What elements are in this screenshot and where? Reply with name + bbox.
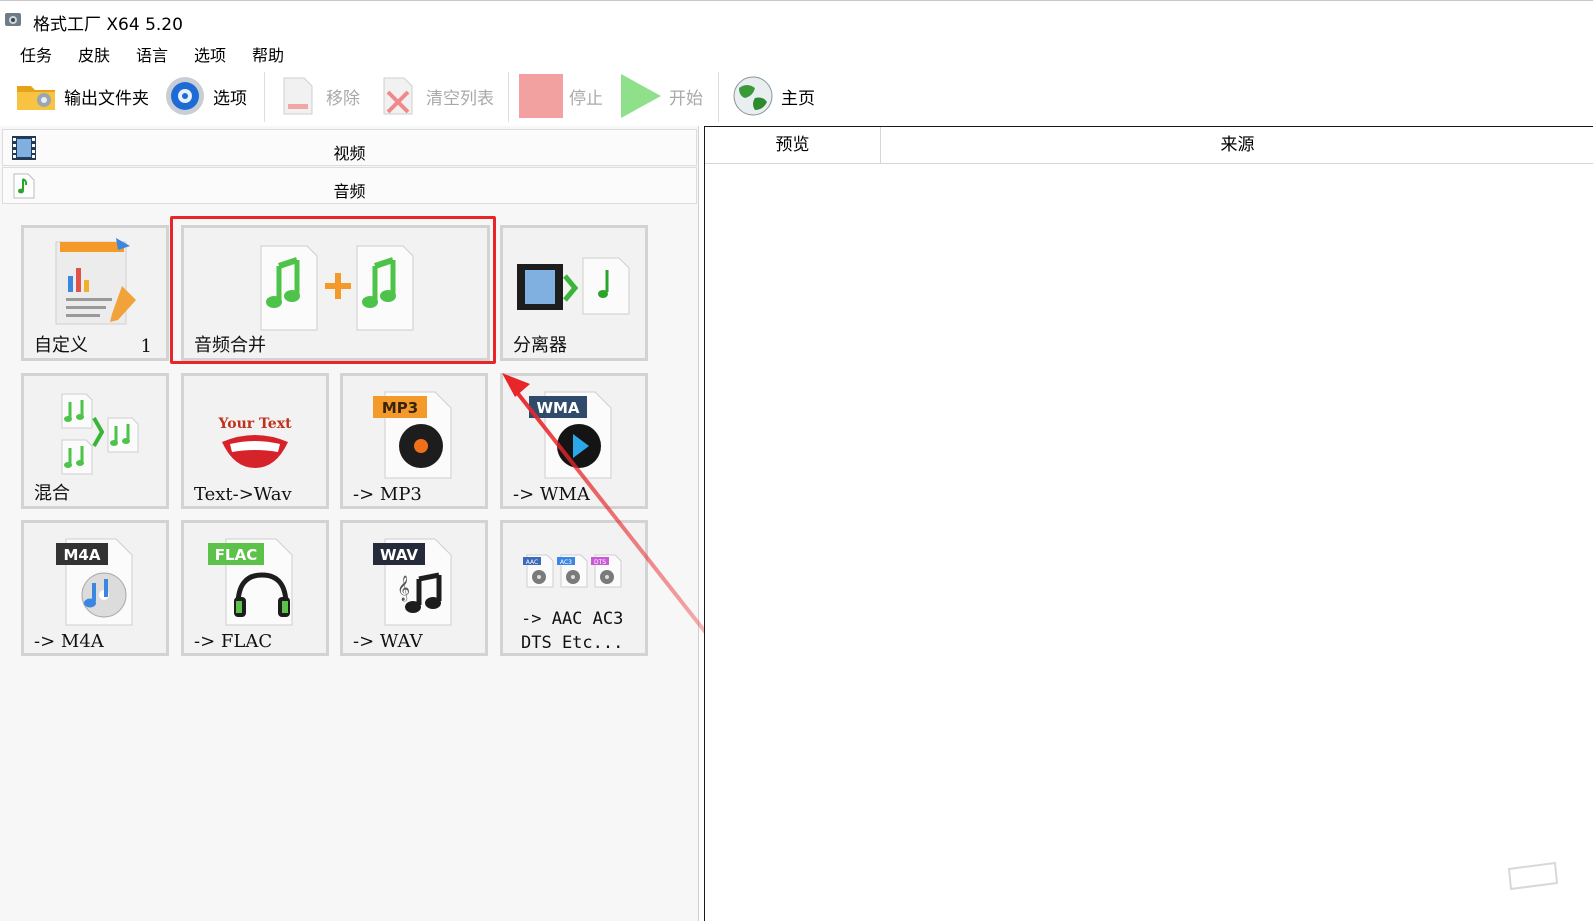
title-bar: 格式工厂 X64 5.20 xyxy=(0,0,1593,38)
tile-aac-ac3-dts-label: -> AAC AC3 DTS Etc... xyxy=(521,607,623,655)
column-header-preview[interactable]: 预览 xyxy=(705,127,881,164)
dts-mini-badge: DTS xyxy=(594,559,606,566)
tile-wav[interactable]: WAV 𝄞 -> WAV xyxy=(340,520,488,656)
tile-flac[interactable]: FLAC -> FLAC xyxy=(181,520,329,656)
mouth-speech-icon: Your Text xyxy=(217,416,292,468)
play-icon xyxy=(621,74,661,118)
options-label: 选项 xyxy=(213,88,247,109)
tile-m4a[interactable]: M4A -> M4A xyxy=(21,520,169,656)
tile-text-to-wav-label: Text->Wav xyxy=(194,484,292,505)
clear-list-label: 清空列表 xyxy=(426,88,494,109)
remove-label: 移除 xyxy=(326,88,360,109)
menu-help[interactable]: 帮助 xyxy=(252,42,284,66)
toolbar-divider xyxy=(718,72,719,122)
clear-list-button[interactable]: 清空列表 xyxy=(376,68,494,124)
column-header-source[interactable]: 来源 xyxy=(881,127,1593,164)
category-audio[interactable]: 音频 xyxy=(2,167,697,204)
mp3-badge: MP3 xyxy=(382,399,418,417)
globe-icon xyxy=(733,76,773,116)
tile-custom-label: 自定义 xyxy=(34,335,88,356)
options-button[interactable]: 选项 xyxy=(163,68,247,124)
menu-skin[interactable]: 皮肤 xyxy=(78,42,110,66)
tile-aac-line1: -> AAC AC3 xyxy=(521,609,624,629)
start-label: 开始 xyxy=(669,88,703,109)
tile-aac-line2: DTS Etc... xyxy=(521,633,624,653)
wma-file-icon: WMA xyxy=(529,391,612,479)
category-video-label: 视频 xyxy=(333,144,366,163)
treble-clef-glyph: 𝄞 xyxy=(397,575,410,601)
output-folder-button[interactable]: 输出文件夹 xyxy=(14,68,149,124)
category-video[interactable]: 视频 xyxy=(2,129,697,166)
clear-list-icon xyxy=(383,77,413,115)
column-source-label: 来源 xyxy=(1220,135,1255,155)
menu-bar: 任务 皮肤 语言 选项 帮助 xyxy=(0,38,1593,68)
category-audio-label: 音频 xyxy=(333,182,366,201)
window-title: 格式工厂 X64 5.20 xyxy=(33,15,183,35)
custom-report-icon xyxy=(55,238,136,325)
tile-splitter[interactable]: 分离器 xyxy=(500,225,648,361)
remove-button[interactable]: 移除 xyxy=(276,68,360,124)
stop-label: 停止 xyxy=(569,88,603,109)
stop-icon xyxy=(519,74,563,118)
tile-mp3[interactable]: MP3 -> MP3 xyxy=(340,373,488,509)
toolbar-divider xyxy=(264,72,265,122)
toolbar-divider xyxy=(508,72,509,122)
tile-mix-label: 混合 xyxy=(34,483,70,504)
tile-aac-ac3-dts[interactable]: AAC AC3 DTS -> AAC AC3 DTS Etc... xyxy=(500,520,648,656)
mix-icon xyxy=(61,393,139,475)
tile-custom-count: 1 xyxy=(140,336,152,357)
menu-task[interactable]: 任务 xyxy=(20,42,52,66)
app-logo-icon xyxy=(5,13,21,26)
multi-format-icon: AAC AC3 DTS xyxy=(523,554,622,588)
home-button[interactable]: 主页 xyxy=(731,68,815,124)
tile-wma[interactable]: WMA -> WMA xyxy=(500,373,648,509)
tile-mix[interactable]: 混合 xyxy=(21,373,169,509)
m4a-file-icon: M4A xyxy=(56,538,133,626)
mp3-file-icon: MP3 xyxy=(373,391,452,479)
flac-file-icon: FLAC xyxy=(208,538,293,626)
aac-mini-badge: AAC xyxy=(526,559,538,566)
menu-language[interactable]: 语言 xyxy=(136,42,168,66)
gear-icon xyxy=(166,77,204,115)
tile-wav-label: -> WAV xyxy=(353,631,423,652)
tile-wma-label: -> WMA xyxy=(513,484,590,505)
task-list-panel: 预览 来源 xyxy=(704,126,1593,921)
tile-splitter-label: 分离器 xyxy=(513,335,567,356)
tile-custom[interactable]: 自定义 1 xyxy=(21,225,169,361)
wav-badge: WAV xyxy=(380,546,418,564)
m4a-badge: M4A xyxy=(64,546,101,564)
folder-icon xyxy=(17,86,55,110)
wav-file-icon: WAV 𝄞 xyxy=(373,538,452,626)
watermark-logo xyxy=(1507,861,1559,891)
splitter-icon xyxy=(517,257,630,315)
menu-options[interactable]: 选项 xyxy=(194,42,226,66)
ac3-mini-badge: AC3 xyxy=(560,559,572,566)
tile-text-to-wav[interactable]: Your Text Text->Wav xyxy=(181,373,329,509)
tile-flac-label: -> FLAC xyxy=(194,631,273,652)
tile-m4a-label: -> M4A xyxy=(34,631,104,652)
flac-badge: FLAC xyxy=(215,546,257,564)
wma-badge: WMA xyxy=(536,399,579,417)
stop-button[interactable]: 停止 xyxy=(519,68,603,124)
output-folder-label: 输出文件夹 xyxy=(64,88,149,109)
home-label: 主页 xyxy=(781,88,815,109)
document-minus-icon xyxy=(283,77,313,115)
toolbar: 输出文件夹 选项 移除 清空列表 停止 开始 主页 xyxy=(0,68,1593,126)
tile-mp3-label: -> MP3 xyxy=(353,484,422,505)
your-text-label: Your Text xyxy=(217,416,292,432)
highlight-annotation-box xyxy=(170,216,496,364)
column-preview-label: 预览 xyxy=(775,135,810,155)
start-button[interactable]: 开始 xyxy=(619,68,703,124)
